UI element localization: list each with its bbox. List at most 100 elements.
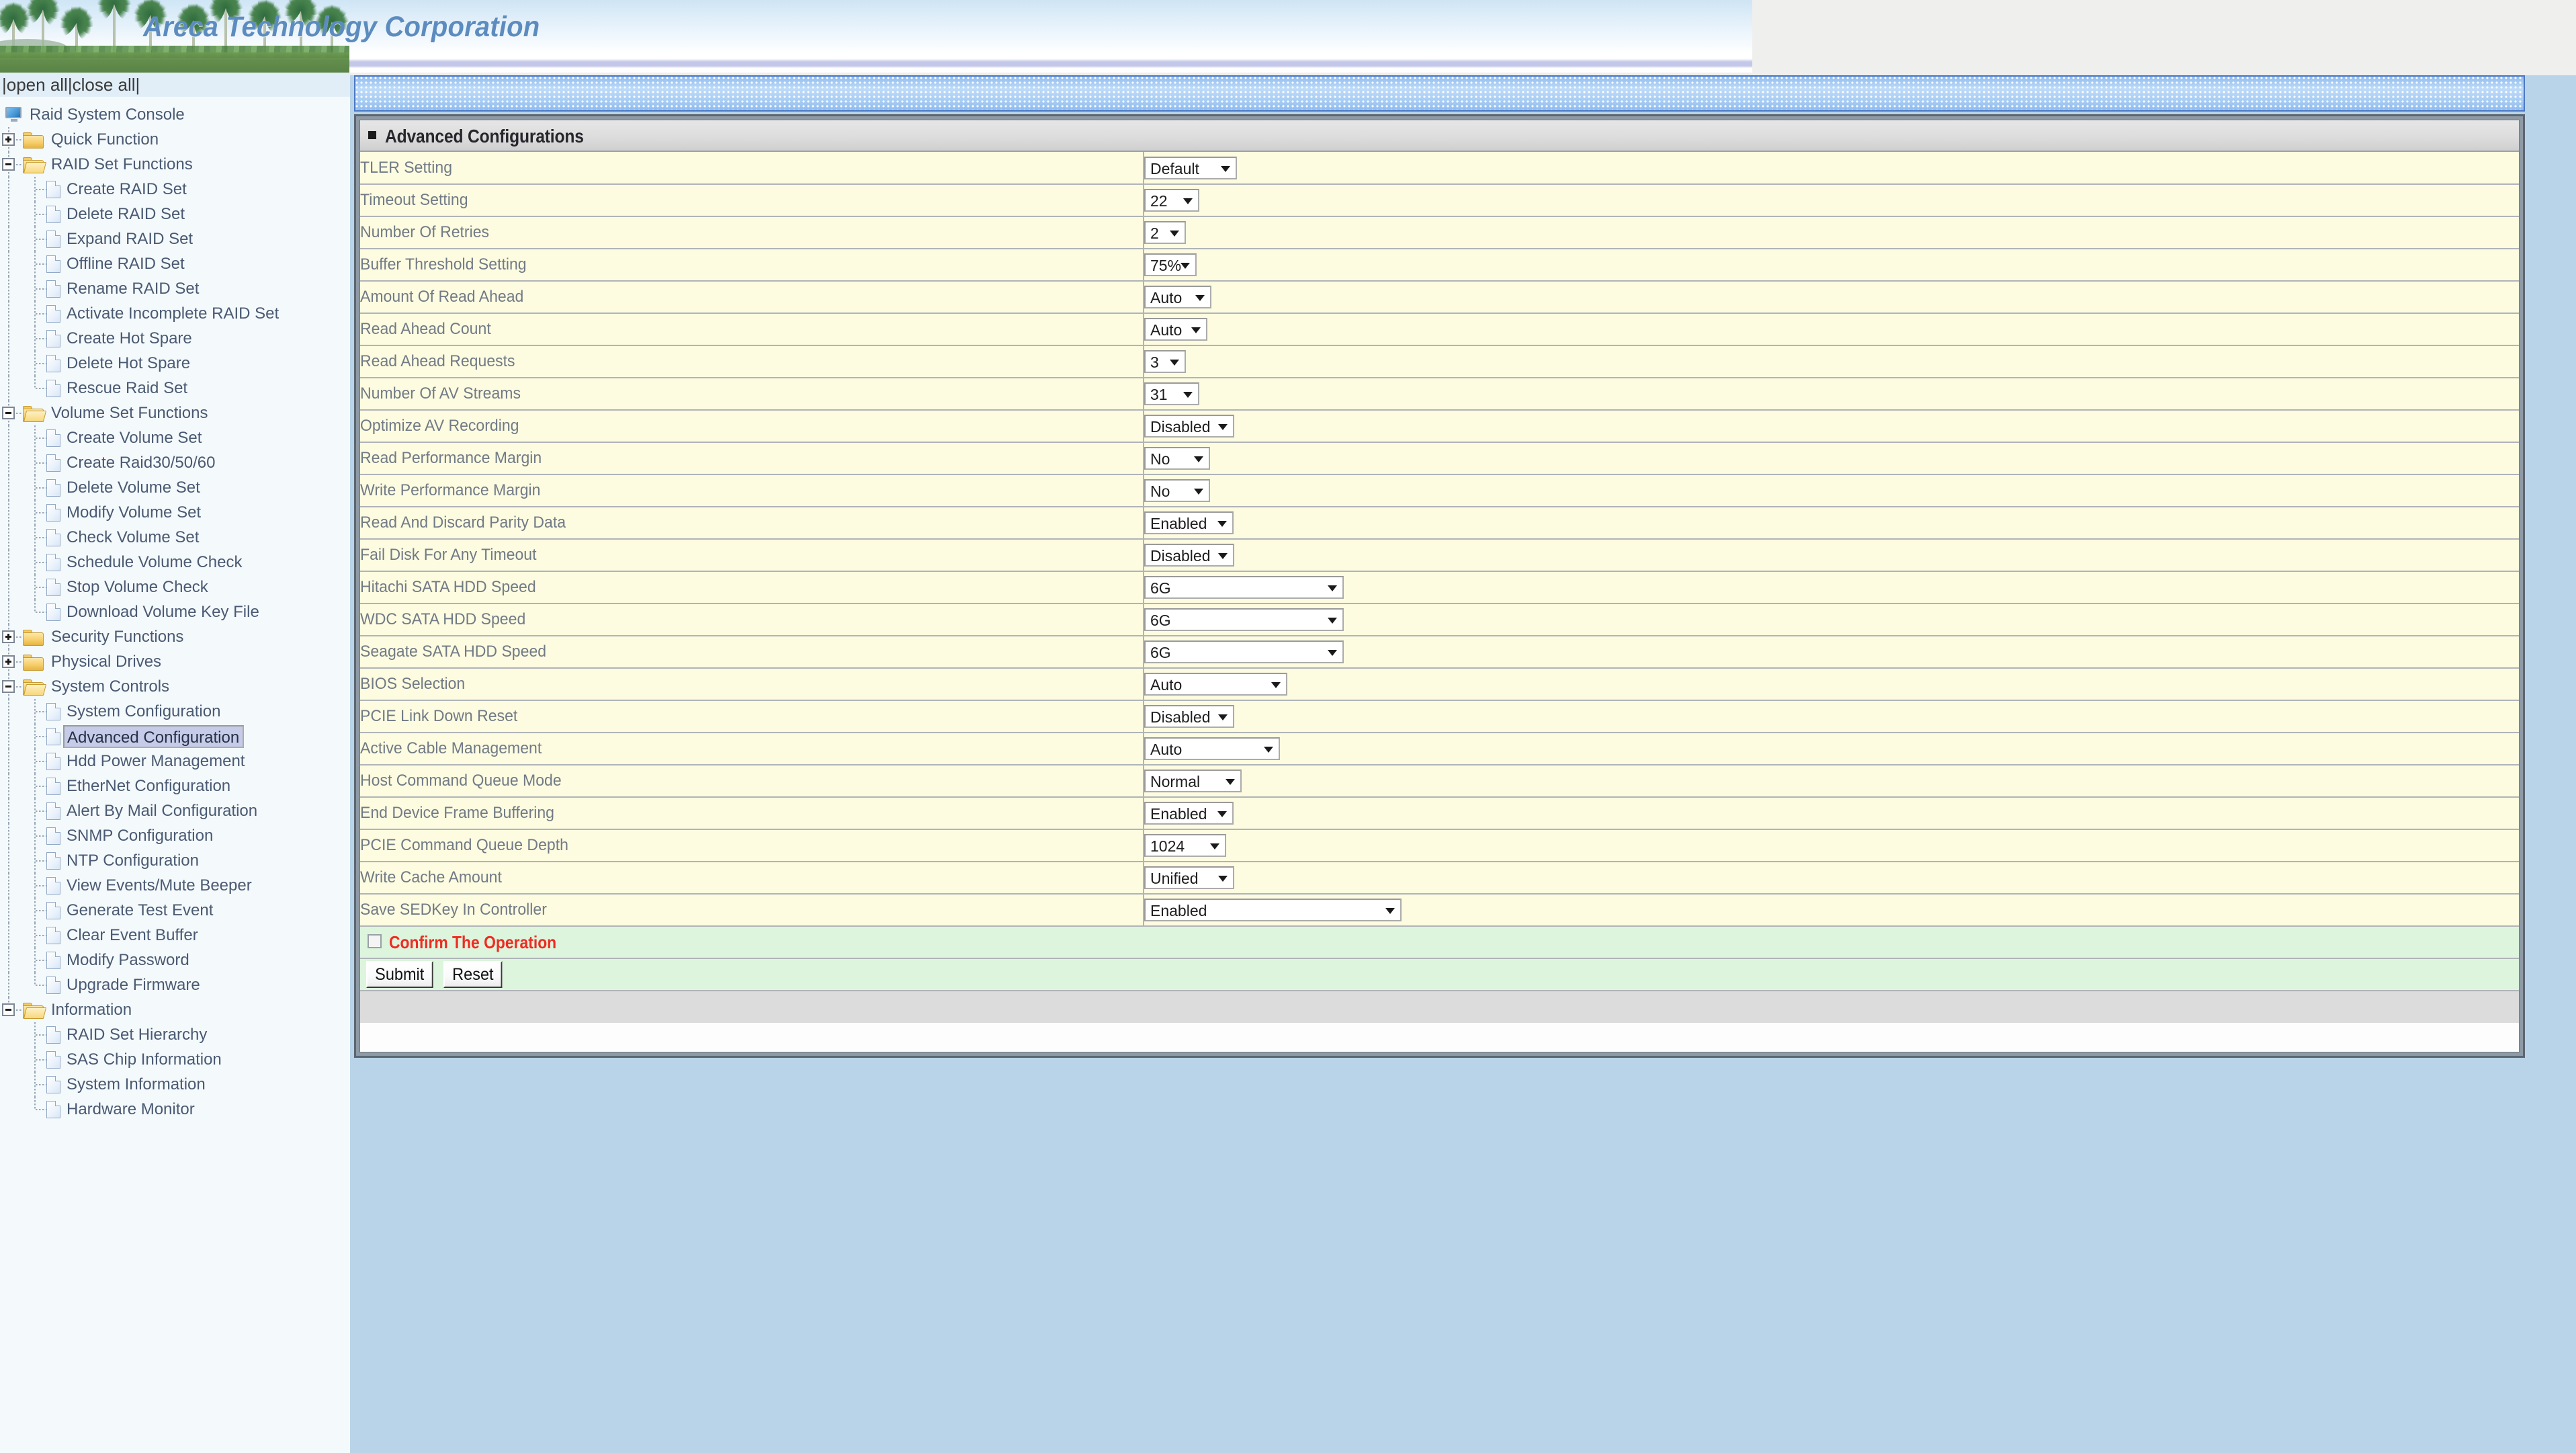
sidebar-item-raid-set-hierarchy[interactable]: RAID Set Hierarchy — [0, 1022, 350, 1047]
page-icon — [46, 330, 60, 347]
setting-select-write-cache-amount[interactable]: Unified — [1144, 866, 1234, 889]
setting-select-read-performance-margin[interactable]: No — [1144, 447, 1210, 470]
setting-select-read-and-discard-parity-data[interactable]: Enabled — [1144, 511, 1234, 534]
setting-select-save-sedkey-in-controller[interactable]: Enabled — [1144, 899, 1402, 921]
page-icon — [46, 529, 60, 546]
expand-icon-physical-drives[interactable] — [2, 655, 15, 668]
setting-select-seagate-sata-hdd-speed[interactable]: 6G — [1144, 640, 1344, 663]
setting-select-hitachi-sata-hdd-speed[interactable]: 6G — [1144, 576, 1344, 599]
collapse-icon-information[interactable] — [2, 1003, 15, 1016]
sidebar-item-snmp-configuration[interactable]: SNMP Configuration — [0, 823, 350, 848]
sidebar-item-generate-test-event[interactable]: Generate Test Event — [0, 898, 350, 923]
sidebar-item-system-information[interactable]: System Information — [0, 1072, 350, 1097]
sidebar: |open all|close all| Raid System Console… — [0, 73, 350, 1453]
sidebar-group-volume-set-functions[interactable]: Volume Set Functions — [0, 401, 350, 425]
setting-select-amount-of-read-ahead[interactable]: Auto — [1144, 286, 1211, 308]
sidebar-item-create-raid-set[interactable]: Create RAID Set — [0, 177, 350, 202]
setting-label-tler-setting: TLER Setting — [360, 152, 1144, 185]
collapse-icon-raid-set-functions[interactable] — [2, 158, 15, 171]
sidebar-item-sas-chip-information[interactable]: SAS Chip Information — [0, 1047, 350, 1072]
sidebar-item-rescue-raid-set[interactable]: Rescue Raid Set — [0, 376, 350, 401]
sidebar-item-delete-hot-spare[interactable]: Delete Hot Spare — [0, 351, 350, 376]
collapse-icon-system-controls[interactable] — [2, 680, 15, 693]
setting-select-wdc-sata-hdd-speed[interactable]: 6G — [1144, 608, 1344, 631]
setting-select-write-performance-margin[interactable]: No — [1144, 479, 1210, 502]
sidebar-group-security-functions[interactable]: Security Functions — [0, 624, 350, 649]
expand-icon-security-functions[interactable] — [2, 630, 15, 643]
setting-select-timeout-setting[interactable]: 22 — [1144, 189, 1199, 212]
confirm-checkbox[interactable] — [368, 933, 382, 948]
sidebar-item-create-volume-set[interactable]: Create Volume Set — [0, 425, 350, 450]
sidebar-item-modify-password[interactable]: Modify Password — [0, 948, 350, 972]
sidebar-item-expand-raid-set[interactable]: Expand RAID Set — [0, 226, 350, 251]
setting-select-active-cable-management[interactable]: Auto — [1144, 737, 1280, 760]
setting-select-end-device-frame-buffering[interactable]: Enabled — [1144, 802, 1234, 825]
sidebar-item-label: Delete Hot Spare — [67, 354, 191, 373]
sidebar-item-check-volume-set[interactable]: Check Volume Set — [0, 525, 350, 550]
setting-select-number-of-retries[interactable]: 2 — [1144, 221, 1186, 244]
tree-root-raid-system-console[interactable]: Raid System Console — [0, 102, 350, 127]
sidebar-item-ntp-configuration[interactable]: NTP Configuration — [0, 848, 350, 873]
sidebar-item-offline-raid-set[interactable]: Offline RAID Set — [0, 251, 350, 276]
page-icon — [46, 231, 60, 248]
sidebar-item-delete-volume-set[interactable]: Delete Volume Set — [0, 475, 350, 500]
setting-label-active-cable-management: Active Cable Management — [360, 733, 1144, 765]
sidebar-item-modify-volume-set[interactable]: Modify Volume Set — [0, 500, 350, 525]
confirm-row: Confirm The Operation — [360, 926, 2519, 959]
setting-row-seagate-sata-hdd-speed: Seagate SATA HDD Speed 6G — [360, 636, 2519, 669]
collapse-icon-volume-set-functions[interactable] — [2, 407, 15, 419]
confirm-label: Confirm The Operation — [389, 931, 557, 952]
setting-select-fail-disk-for-any-timeout[interactable]: Disabled — [1144, 544, 1234, 567]
sidebar-item-delete-raid-set[interactable]: Delete RAID Set — [0, 202, 350, 226]
sidebar-item-download-volume-key-file[interactable]: Download Volume Key File — [0, 599, 350, 624]
sidebar-item-label: Advanced Configuration — [63, 724, 245, 748]
page-icon — [46, 1101, 60, 1118]
sidebar-item-label: Expand RAID Set — [67, 230, 194, 249]
sidebar-item-label: Activate Incomplete RAID Set — [67, 304, 280, 323]
sidebar-group-physical-drives[interactable]: Physical Drives — [0, 649, 350, 674]
sidebar-item-view-events-mute-beeper[interactable]: View Events/Mute Beeper — [0, 873, 350, 898]
setting-select-read-ahead-requests[interactable]: 3 — [1144, 350, 1186, 373]
sidebar-item-advanced-configuration[interactable]: Advanced Configuration — [0, 724, 350, 749]
sidebar-item-activate-incomplete-raid-set[interactable]: Activate Incomplete RAID Set — [0, 301, 350, 326]
sidebar-group-label: RAID Set Functions — [51, 155, 193, 174]
sidebar-item-system-configuration[interactable]: System Configuration — [0, 699, 350, 724]
sidebar-item-create-raid30-50-60[interactable]: Create Raid30/50/60 — [0, 450, 350, 475]
expand-icon-quick-function[interactable] — [2, 133, 15, 146]
sidebar-group-information[interactable]: Information — [0, 997, 350, 1022]
sidebar-item-hardware-monitor[interactable]: Hardware Monitor — [0, 1097, 350, 1122]
sidebar-item-stop-volume-check[interactable]: Stop Volume Check — [0, 575, 350, 599]
sidebar-item-create-hot-spare[interactable]: Create Hot Spare — [0, 326, 350, 351]
setting-select-optimize-av-recording[interactable]: Disabled — [1144, 415, 1234, 438]
sidebar-group-quick-function[interactable]: Quick Function — [0, 127, 350, 152]
sidebar-item-alert-by-mail-configuration[interactable]: Alert By Mail Configuration — [0, 798, 350, 823]
page-icon — [46, 454, 60, 472]
main-content-area: Advanced Configurations TLER Setting Defa… — [350, 73, 2576, 1453]
sidebar-item-label: Offline RAID Set — [67, 255, 185, 274]
sidebar-group-system-controls[interactable]: System Controls — [0, 674, 350, 699]
setting-select-pcie-link-down-reset[interactable]: Disabled — [1144, 705, 1234, 728]
setting-label-write-performance-margin: Write Performance Margin — [360, 474, 1144, 507]
submit-button[interactable]: Submit — [366, 961, 433, 988]
setting-select-number-of-av-streams[interactable]: 31 — [1144, 382, 1199, 405]
sidebar-item-rename-raid-set[interactable]: Rename RAID Set — [0, 276, 350, 301]
setting-select-pcie-command-queue-depth[interactable]: 1024 — [1144, 834, 1226, 857]
setting-label-wdc-sata-hdd-speed: WDC SATA HDD Speed — [360, 604, 1144, 636]
reset-button[interactable]: Reset — [443, 961, 503, 988]
setting-select-bios-selection[interactable]: Auto — [1144, 673, 1287, 696]
chevron-down-icon — [1264, 747, 1273, 753]
sidebar-item-upgrade-firmware[interactable]: Upgrade Firmware — [0, 972, 350, 997]
page-icon — [46, 255, 60, 273]
sidebar-item-ethernet-configuration[interactable]: EtherNet Configuration — [0, 774, 350, 798]
sidebar-item-hdd-power-management[interactable]: Hdd Power Management — [0, 749, 350, 774]
setting-select-tler-setting[interactable]: Default — [1144, 156, 1237, 179]
sidebar-item-label: View Events/Mute Beeper — [67, 876, 252, 895]
chevron-down-icon — [1183, 392, 1193, 398]
setting-select-read-ahead-count[interactable]: Auto — [1144, 318, 1207, 341]
open-close-all-links[interactable]: |open all|close all| — [0, 73, 350, 97]
sidebar-group-raid-set-functions[interactable]: RAID Set Functions — [0, 152, 350, 177]
sidebar-item-schedule-volume-check[interactable]: Schedule Volume Check — [0, 550, 350, 575]
setting-select-host-command-queue-mode[interactable]: Normal — [1144, 770, 1242, 792]
setting-select-buffer-threshold-setting[interactable]: 75% — [1144, 253, 1197, 276]
sidebar-item-clear-event-buffer[interactable]: Clear Event Buffer — [0, 923, 350, 948]
